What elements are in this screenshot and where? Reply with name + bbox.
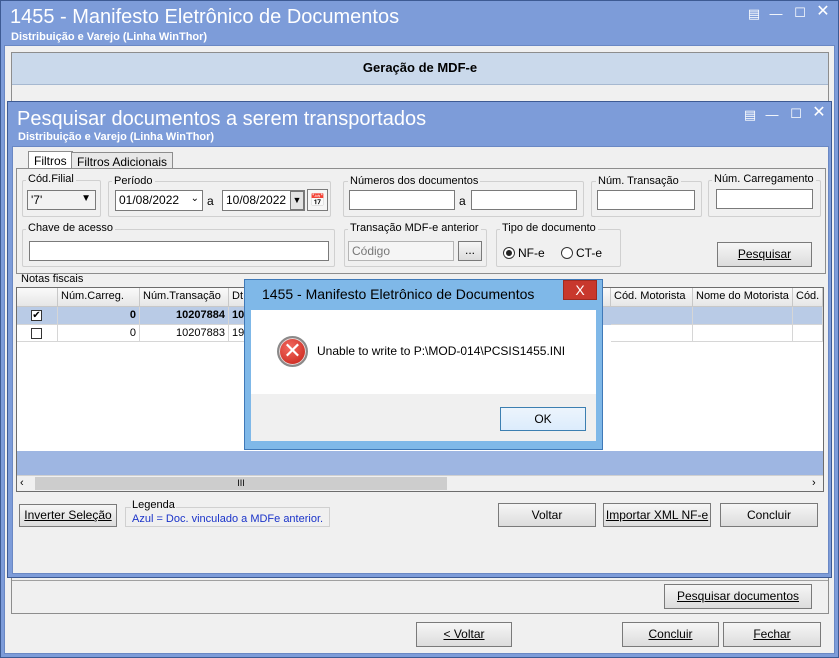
restore-icon[interactable]: ▤ bbox=[745, 7, 763, 21]
num-transacao-field[interactable] bbox=[597, 190, 695, 210]
grid-cell-num-carreg: 0 bbox=[58, 307, 140, 325]
nfe-label: NF-e bbox=[518, 246, 545, 260]
grid-cell-num-carreg: 0 bbox=[58, 325, 140, 342]
chevron-down-icon: ▼ bbox=[81, 193, 91, 204]
num-docs-to-field[interactable] bbox=[471, 190, 577, 210]
range-separator: a bbox=[207, 194, 214, 208]
grid-cell-nome-motorista bbox=[693, 307, 793, 325]
tipo-doc-group bbox=[496, 229, 621, 267]
restore-icon[interactable]: ▤ bbox=[741, 108, 759, 122]
grid-cell-nome-motorista bbox=[693, 325, 793, 342]
search-button[interactable]: Pesquisar bbox=[717, 242, 812, 267]
notas-fiscais-label: Notas fiscais bbox=[21, 273, 84, 285]
grid-header-num-transacao[interactable]: Núm.Transação bbox=[140, 288, 229, 307]
dialog-close-button[interactable]: X bbox=[563, 280, 597, 300]
num-carregamento-field[interactable] bbox=[716, 189, 813, 209]
num-carregamento-label: Núm. Carregamento bbox=[712, 173, 816, 185]
tipo-doc-label: Tipo de documento bbox=[500, 222, 598, 234]
grid-cell-cod-motorista bbox=[611, 325, 693, 342]
error-icon: ✕ bbox=[277, 336, 308, 367]
date-from-field[interactable]: 01/08/2022 ⌄ bbox=[115, 190, 203, 211]
divider bbox=[12, 580, 828, 581]
main-window-title: 1455 - Manifesto Eletrônico de Documento… bbox=[10, 6, 400, 28]
search-window-subtitle: Distribuição e Varejo (Linha WinThor) bbox=[18, 131, 215, 143]
legend-text: Azul = Doc. vinculado a MDFe anterior. bbox=[132, 513, 324, 525]
grid-header-cod[interactable]: Cód. bbox=[793, 288, 823, 307]
grid-header-cod-motorista[interactable]: Cód. Motorista bbox=[611, 288, 693, 307]
range-separator: a bbox=[459, 194, 466, 208]
grid-cell-select[interactable] bbox=[17, 325, 58, 342]
grid-cell-num-transacao: 10207884 bbox=[140, 307, 229, 325]
nfe-radio[interactable] bbox=[503, 247, 515, 259]
chevron-down-icon: ⌄ bbox=[190, 193, 199, 204]
cte-radio[interactable] bbox=[561, 247, 573, 259]
chevron-down-icon[interactable]: ▼ bbox=[290, 191, 304, 210]
search-window-title: Pesquisar documentos a serem transportad… bbox=[17, 108, 427, 130]
dialog-title: 1455 - Manifesto Eletrônico de Documento… bbox=[262, 286, 535, 302]
generation-columns-row bbox=[12, 86, 828, 102]
grid-cell-num-transacao: 10207883 bbox=[140, 325, 229, 342]
maximize-icon[interactable]: ☐ bbox=[787, 107, 805, 121]
grid-cell-cod bbox=[793, 325, 823, 342]
minimize-icon[interactable]: — bbox=[767, 7, 785, 21]
maximize-icon[interactable]: ☐ bbox=[791, 6, 809, 20]
grid-header-select[interactable] bbox=[17, 288, 58, 307]
grid-cell-cod-motorista bbox=[611, 307, 693, 325]
row-checkbox[interactable]: ✔ bbox=[31, 310, 42, 321]
calendar-icon[interactable]: 📅 bbox=[307, 189, 328, 211]
row-checkbox[interactable] bbox=[31, 328, 42, 339]
num-docs-from-field[interactable] bbox=[349, 190, 455, 210]
cod-filial-label: Cód.Filial bbox=[26, 173, 76, 185]
finish-button[interactable]: Concluir bbox=[622, 622, 719, 647]
ok-button[interactable]: OK bbox=[500, 407, 586, 431]
scroll-right-icon[interactable]: › bbox=[812, 477, 816, 489]
import-xml-button[interactable]: Importar XML NF-e bbox=[603, 503, 711, 527]
back-button[interactable]: < Voltar bbox=[416, 622, 512, 647]
chave-field[interactable] bbox=[29, 241, 329, 261]
grid-header-num-carreg[interactable]: Núm.Carreg. bbox=[58, 288, 140, 307]
chave-label: Chave de acesso bbox=[26, 222, 115, 234]
grid-footer-band bbox=[17, 451, 823, 475]
voltar-button[interactable]: Voltar bbox=[498, 503, 596, 527]
transacao-anterior-label: Transação MDF-e anterior bbox=[348, 222, 481, 234]
legend-title: Legenda bbox=[131, 499, 176, 511]
radio-dot-icon bbox=[506, 250, 512, 256]
periodo-label: Período bbox=[112, 175, 155, 187]
transacao-anterior-field[interactable]: Código bbox=[348, 241, 454, 261]
generation-header: Geração de MDF-e bbox=[12, 53, 828, 85]
num-docs-label: Números dos documentos bbox=[348, 175, 481, 187]
grid-header-nome-motorista[interactable]: Nome do Motorista bbox=[693, 288, 793, 307]
minimize-icon[interactable]: — bbox=[763, 108, 781, 122]
cod-filial-select[interactable]: '7' ▼ bbox=[27, 190, 96, 210]
close-button[interactable]: Fechar bbox=[723, 622, 821, 647]
main-window-subtitle: Distribuição e Varejo (Linha WinThor) bbox=[11, 31, 208, 43]
num-transacao-label: Núm. Transação bbox=[596, 175, 681, 187]
concluir-button[interactable]: Concluir bbox=[720, 503, 818, 527]
grid-cell-cod bbox=[793, 307, 823, 325]
invert-selection-button[interactable]: Inverter Seleção bbox=[19, 504, 117, 527]
scroll-thumb[interactable]: III bbox=[35, 477, 447, 490]
dialog-message: Unable to write to P:\MOD-014\PCSIS1455.… bbox=[317, 344, 566, 358]
search-documents-button[interactable]: Pesquisar documentos bbox=[664, 584, 812, 609]
cte-label: CT-e bbox=[576, 246, 603, 260]
close-icon: X bbox=[575, 282, 585, 298]
close-icon[interactable]: ✕ bbox=[810, 105, 828, 121]
grid-cell-select[interactable]: ✔ bbox=[17, 307, 58, 325]
close-icon[interactable]: ✕ bbox=[814, 4, 832, 20]
lookup-button[interactable]: ... bbox=[458, 241, 482, 261]
scroll-left-icon[interactable]: ‹ bbox=[20, 477, 24, 489]
